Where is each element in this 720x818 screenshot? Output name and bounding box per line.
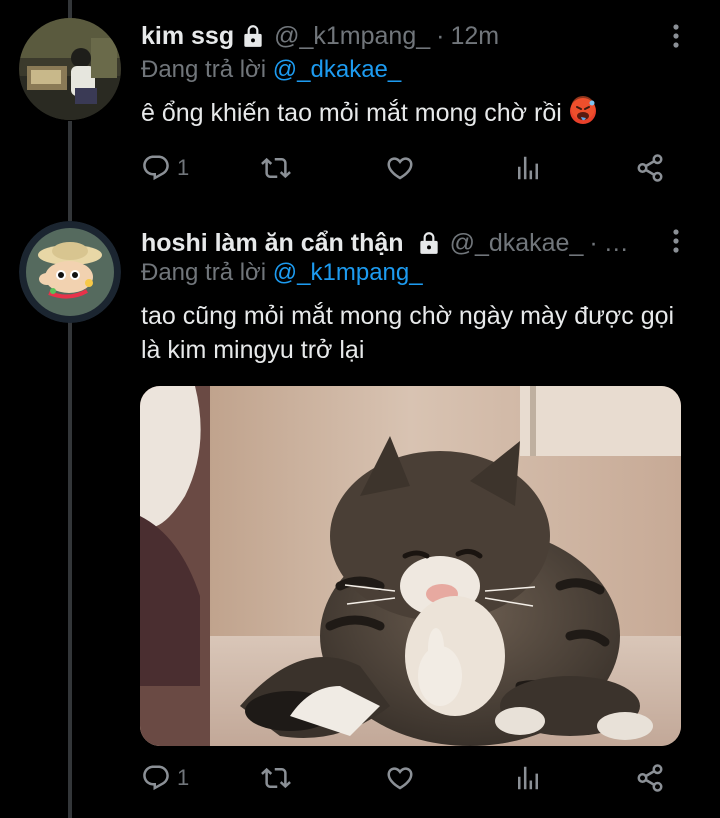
tweet-text: tao cũng mỏi mắt mong chờ ngày mày được …: [141, 302, 675, 364]
like-button[interactable]: [385, 148, 415, 188]
user-handle[interactable]: @_dkakae_: [450, 229, 584, 258]
display-name[interactable]: hoshi làm ăn cẩn thận: [141, 229, 404, 258]
retweet-button[interactable]: [261, 148, 291, 188]
heart-icon: [385, 763, 415, 793]
lock-icon: [240, 23, 266, 49]
reply-icon: [141, 763, 171, 793]
reply-button[interactable]: 1: [141, 758, 189, 798]
retweet-icon: [261, 763, 291, 793]
tweet-text-content: ê ổng khiến tao mỏi mắt mong chờ rồi: [141, 99, 562, 127]
share-icon: [635, 763, 665, 793]
timestamp[interactable]: 12m: [450, 22, 499, 51]
avatar[interactable]: [19, 18, 121, 120]
avatar[interactable]: [19, 221, 121, 323]
share-button[interactable]: [635, 758, 665, 798]
replying-to-label: Đang trả lời: [141, 259, 267, 286]
tweet[interactable]: kim ssg @_k1mpang_ · 12m Đang trả lời @_…: [0, 0, 720, 205]
reply-icon: [141, 153, 171, 183]
reply-count: 1: [177, 155, 190, 180]
separator: ·: [436, 21, 445, 50]
tweet-text: ê ổng khiến tao mỏi mắt mong chờ rồi: [141, 96, 690, 130]
timestamp[interactable]: …: [604, 229, 629, 258]
share-button[interactable]: [635, 148, 665, 188]
replying-to: Đang trả lời @_dkakae_: [141, 56, 401, 84]
display-name[interactable]: kim ssg: [141, 22, 234, 51]
tweet-actions: 1: [141, 758, 681, 798]
heart-icon: [385, 153, 415, 183]
lock-icon: [416, 230, 442, 256]
reply-count: 1: [177, 765, 190, 790]
user-handle[interactable]: @_k1mpang_: [274, 22, 430, 51]
tweet-actions: 1: [141, 148, 681, 188]
more-vertical-icon[interactable]: [664, 22, 688, 50]
tweet[interactable]: hoshi làm ăn cẩn thận @_dkakae_ · … Đang…: [0, 205, 720, 818]
reply-button[interactable]: 1: [141, 148, 189, 188]
retweet-button[interactable]: [261, 758, 291, 798]
reply-mention-link[interactable]: @_k1mpang_: [273, 259, 423, 286]
hot-face-emoji: [569, 96, 596, 124]
reply-mention-link[interactable]: @_dkakae_: [273, 56, 401, 83]
replying-to-label: Đang trả lời: [141, 56, 267, 83]
stats-icon: [513, 763, 543, 793]
stats-button[interactable]: [513, 758, 543, 798]
replying-to: Đang trả lời @_k1mpang_: [141, 259, 423, 287]
cat-thumbs-up-photo[interactable]: [140, 386, 681, 746]
more-vertical-icon[interactable]: [664, 227, 688, 255]
retweet-icon: [261, 153, 291, 183]
share-icon: [635, 153, 665, 183]
separator: ·: [589, 228, 598, 257]
like-button[interactable]: [385, 758, 415, 798]
stats-button[interactable]: [513, 148, 543, 188]
stats-icon: [513, 153, 543, 183]
